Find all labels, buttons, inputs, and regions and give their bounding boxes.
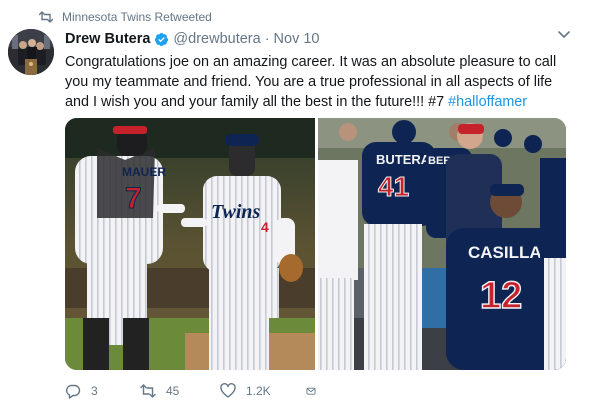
tweet-date[interactable]: Nov 10 [274,31,320,47]
hashtag-link[interactable]: #halloffamer [448,94,527,110]
tweet-media[interactable]: MAUER 7 Twins 4 BUTERA 41 BER CASILLA 12 [65,118,566,370]
back-name: MAUER [122,165,166,179]
retweet-button[interactable]: 45 [140,383,220,399]
tweet-actions: 3 45 1.2K [65,383,326,399]
retweet-context-text: Minnesota Twins Retweeted [62,10,212,24]
tweet-text: Congratulations joe on an amazing career… [65,52,570,112]
like-count: 1.2K [246,384,271,398]
jersey-front-number: 4 [261,219,269,235]
photo-handshake[interactable]: MAUER 7 Twins 4 [65,118,315,370]
back-number: 7 [125,182,142,215]
like-button[interactable]: 1.2K [220,383,306,399]
author-handle[interactable]: @drewbutera [173,31,260,47]
direct-message-button[interactable] [306,383,326,399]
tweet-header: Drew Butera @drewbutera · Nov 10 [65,31,319,47]
player2-number: 12 [480,275,522,317]
reply-button[interactable]: 3 [65,383,140,399]
author-name[interactable]: Drew Butera [65,31,150,47]
reply-count: 3 [91,384,98,398]
separator-dot: · [264,31,270,47]
player1-number: 41 [378,171,409,202]
chevron-down-icon[interactable] [557,30,571,40]
retweet-icon [140,384,156,398]
reply-icon [66,384,81,399]
photo-dugout[interactable]: BUTERA 41 BER CASILLA 12 [318,118,566,370]
retweet-icon [39,11,53,23]
player2-name: CASILLA [468,243,542,262]
retweet-count: 45 [166,384,180,398]
envelope-icon [306,387,316,395]
heart-icon [220,383,236,398]
avatar[interactable] [8,29,54,75]
retweet-context[interactable]: Minnesota Twins Retweeted [39,9,212,25]
verified-badge-icon [155,32,169,46]
player1-name: BUTERA [376,152,431,167]
jersey-front-text: Twins [211,201,260,223]
